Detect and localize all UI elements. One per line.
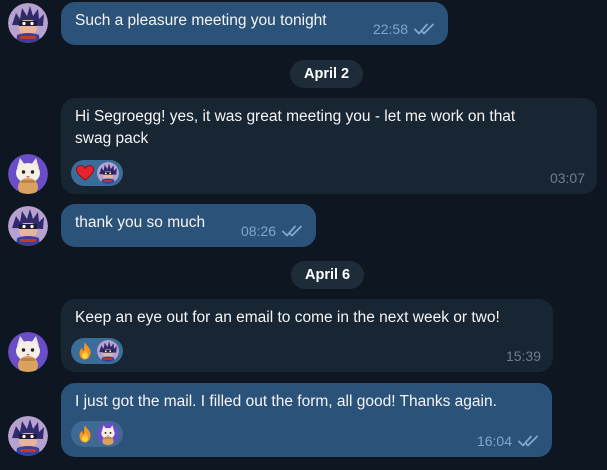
fire-icon[interactable]: [75, 424, 95, 444]
double-check-icon: [282, 224, 304, 238]
sender-avatar[interactable]: [8, 416, 48, 456]
message-text: Keep an eye out for an email to come in …: [75, 309, 500, 326]
message-time: 08:26: [240, 223, 276, 239]
message-time: 03:07: [549, 170, 585, 186]
message-text: thank you so much: [75, 214, 206, 231]
message-bubble[interactable]: thank you so much 08:26: [61, 204, 316, 247]
sender-avatar[interactable]: [8, 3, 48, 43]
reaction-user-avatar: [97, 162, 119, 184]
message-meta: 15:39: [506, 348, 541, 364]
message-text: Hi Segroegg! yes, it was great meeting y…: [75, 108, 516, 147]
message-bubble[interactable]: Hi Segroegg! yes, it was great meeting y…: [61, 98, 597, 194]
message-meta: 03:07: [550, 170, 585, 186]
message-bubble[interactable]: Such a pleasure meeting you tonight 22:5…: [61, 2, 448, 45]
message-text: Such a pleasure meeting you tonight: [75, 12, 327, 29]
contact-avatar[interactable]: [8, 332, 48, 372]
date-separator: April 6: [291, 261, 365, 289]
heart-icon[interactable]: [75, 163, 95, 183]
fire-icon[interactable]: [75, 341, 95, 361]
double-check-icon: [414, 22, 436, 36]
reactions-bar[interactable]: [71, 421, 123, 447]
message-meta: 08:26: [241, 223, 304, 239]
date-separator: April 2: [290, 60, 364, 88]
reaction-contact-avatar: [97, 423, 119, 445]
message-time: 16:04: [476, 433, 512, 449]
message-meta: 16:04: [477, 433, 540, 449]
message-text: I just got the mail. I filled out the fo…: [75, 393, 497, 410]
reactions-bar[interactable]: [71, 160, 123, 186]
reactions-bar[interactable]: [71, 338, 123, 364]
double-check-icon: [518, 434, 540, 448]
message-bubble[interactable]: I just got the mail. I filled out the fo…: [61, 383, 552, 457]
message-bubble[interactable]: Keep an eye out for an email to come in …: [61, 299, 553, 372]
contact-avatar[interactable]: [8, 154, 48, 194]
message-meta: 22:58: [373, 21, 436, 37]
chat-history: Such a pleasure meeting you tonight 22:5…: [0, 0, 607, 470]
message-time: 15:39: [505, 348, 541, 364]
message-time: 22:58: [372, 21, 408, 37]
reaction-user-avatar: [97, 340, 119, 362]
sender-avatar[interactable]: [8, 206, 48, 246]
